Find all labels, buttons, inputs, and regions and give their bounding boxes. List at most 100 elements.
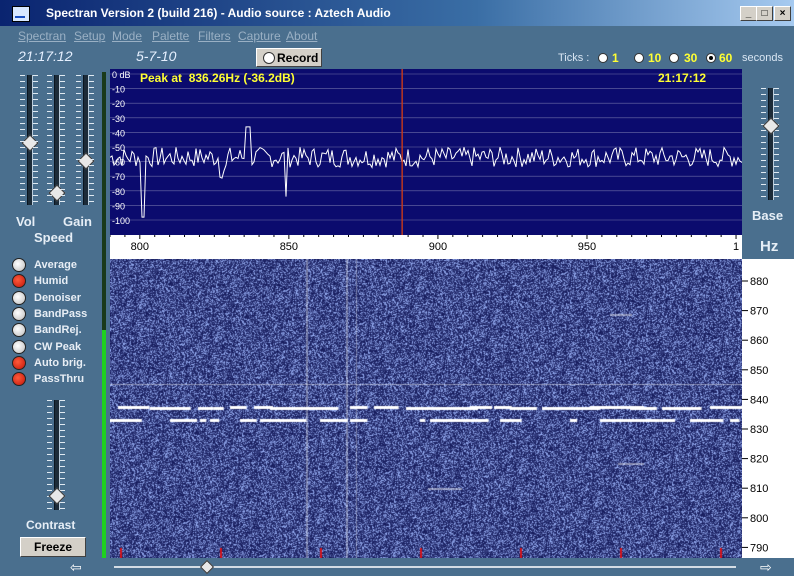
option-label: Denoiser	[34, 291, 82, 304]
spectrum-trace	[110, 126, 742, 218]
record-button[interactable]: Record	[256, 48, 322, 67]
led-off-icon[interactable]	[12, 323, 26, 338]
menu-filters[interactable]: Filters	[198, 29, 231, 43]
base-slider-thumb[interactable]	[762, 117, 780, 135]
slider-notch	[20, 177, 38, 178]
menu-palette[interactable]: Palette	[152, 29, 189, 43]
slider-notch	[20, 117, 38, 118]
slider-notch	[76, 141, 94, 142]
slider-notch	[20, 165, 38, 166]
gain-slider-thumb[interactable]	[77, 152, 95, 170]
vol-slider-thumb[interactable]	[21, 134, 39, 152]
hz-tick-label: 880	[750, 276, 768, 288]
led-on-icon[interactable]	[12, 274, 26, 289]
db-tick-label: -90	[112, 201, 125, 211]
window-title: Spectran Version 2 (build 216) - Audio s…	[46, 6, 391, 20]
hz-tick-label: 830	[750, 424, 768, 436]
slider-notch	[47, 159, 65, 160]
menu-capture[interactable]: Capture	[238, 29, 281, 43]
db-tick-label: -80	[112, 187, 125, 197]
clock-readout: 21:17:12	[18, 48, 73, 64]
slider-notch	[47, 201, 65, 202]
slider-notch	[76, 117, 94, 118]
spectrum-plot[interactable]: 0 dB -10 -20 -30 -40 -50 -60 -70 -80 -90 -100 Peak…	[110, 69, 742, 235]
title-bar: Spectran Version 2 (build 216) - Audio s…	[0, 0, 794, 26]
gain-label: Gain	[63, 214, 92, 229]
slider-notch	[76, 87, 94, 88]
slider-notch	[47, 99, 65, 100]
db-tick-label: -20	[112, 99, 125, 109]
hz-tick-label: 820	[750, 454, 768, 466]
led-on-icon[interactable]	[12, 372, 26, 387]
slider-notch	[76, 135, 94, 136]
slider-notch	[76, 201, 94, 202]
db-tick-label: 0 dB	[112, 70, 131, 80]
slider-notch	[20, 87, 38, 88]
right-arrow-icon[interactable]: ⇨	[760, 559, 772, 576]
slider-notch	[76, 153, 94, 154]
slider-notch	[76, 189, 94, 190]
db-tick-label: -10	[112, 85, 125, 95]
hz-tick-label: 870	[750, 306, 768, 318]
maximize-button[interactable]: □	[756, 6, 773, 21]
waterfall-hz-axis: 880 870 860 850 840 830 820 810 800 790	[742, 259, 794, 558]
slider-notch	[20, 81, 38, 82]
led-on-icon[interactable]	[12, 355, 26, 370]
slider-notch	[47, 117, 65, 118]
slider-notch	[47, 111, 65, 112]
vol-label: Vol	[16, 214, 36, 229]
slider-notch	[47, 153, 65, 154]
led-off-icon[interactable]	[12, 258, 26, 272]
menu-bar: Spectran Setup Mode Palette Filters Capt…	[0, 26, 794, 46]
tick-radio-60[interactable]	[706, 53, 716, 63]
slider-notch	[76, 93, 94, 94]
tick-option-1: 1	[612, 51, 619, 65]
slider-notch	[76, 81, 94, 82]
slider-notch	[76, 159, 94, 160]
left-arrow-icon[interactable]: ⇦	[70, 559, 82, 576]
led-off-icon[interactable]	[12, 290, 26, 305]
tick-radio-10[interactable]	[634, 53, 644, 63]
waterfall-display[interactable]	[110, 259, 742, 558]
hz-label: Hz	[760, 238, 779, 255]
date-readout: 5-7-10	[136, 48, 177, 64]
record-icon	[263, 52, 275, 64]
slider-notch	[20, 159, 38, 160]
slider-notch	[20, 153, 38, 154]
slider-notch	[47, 93, 65, 94]
app-icon[interactable]	[12, 6, 30, 22]
frequency-tick-label: 1	[733, 241, 739, 253]
scroll-thumb[interactable]	[199, 559, 215, 575]
slider-notch	[47, 177, 65, 178]
tick-radio-30[interactable]	[669, 53, 679, 63]
slider-notch	[20, 189, 38, 190]
menu-spectran[interactable]: Spectran	[18, 29, 66, 43]
minimize-button[interactable]: _	[740, 6, 757, 21]
contrast-label: Contrast	[26, 518, 76, 532]
slider-notch	[76, 129, 94, 130]
led-off-icon[interactable]	[12, 306, 26, 321]
hz-tick-label: 860	[750, 335, 768, 347]
speed-slider-thumb[interactable]	[48, 184, 66, 202]
slider-notch	[20, 201, 38, 202]
slider-notch	[20, 93, 38, 94]
option-label: Average	[34, 259, 78, 271]
db-tick-label: -70	[112, 172, 125, 182]
hz-tick-label: 840	[750, 394, 768, 406]
level-meter-fill	[102, 330, 106, 558]
base-label: Base	[752, 208, 784, 223]
tick-option-30: 30	[684, 51, 698, 65]
freeze-button[interactable]: Freeze	[20, 537, 86, 557]
slider-notch	[20, 147, 38, 148]
tick-radio-1[interactable]	[598, 53, 608, 63]
slider-notch	[47, 165, 65, 166]
slider-notch	[47, 171, 65, 172]
close-button[interactable]: ×	[774, 6, 791, 21]
spectrum-time: 21:17:12	[658, 71, 707, 85]
led-off-icon[interactable]	[12, 339, 26, 354]
menu-setup[interactable]: Setup	[74, 29, 105, 43]
menu-mode[interactable]: Mode	[112, 29, 142, 43]
slider-notch	[47, 87, 65, 88]
menu-about[interactable]: About	[286, 29, 317, 43]
horizontal-scroll[interactable]	[110, 558, 742, 575]
